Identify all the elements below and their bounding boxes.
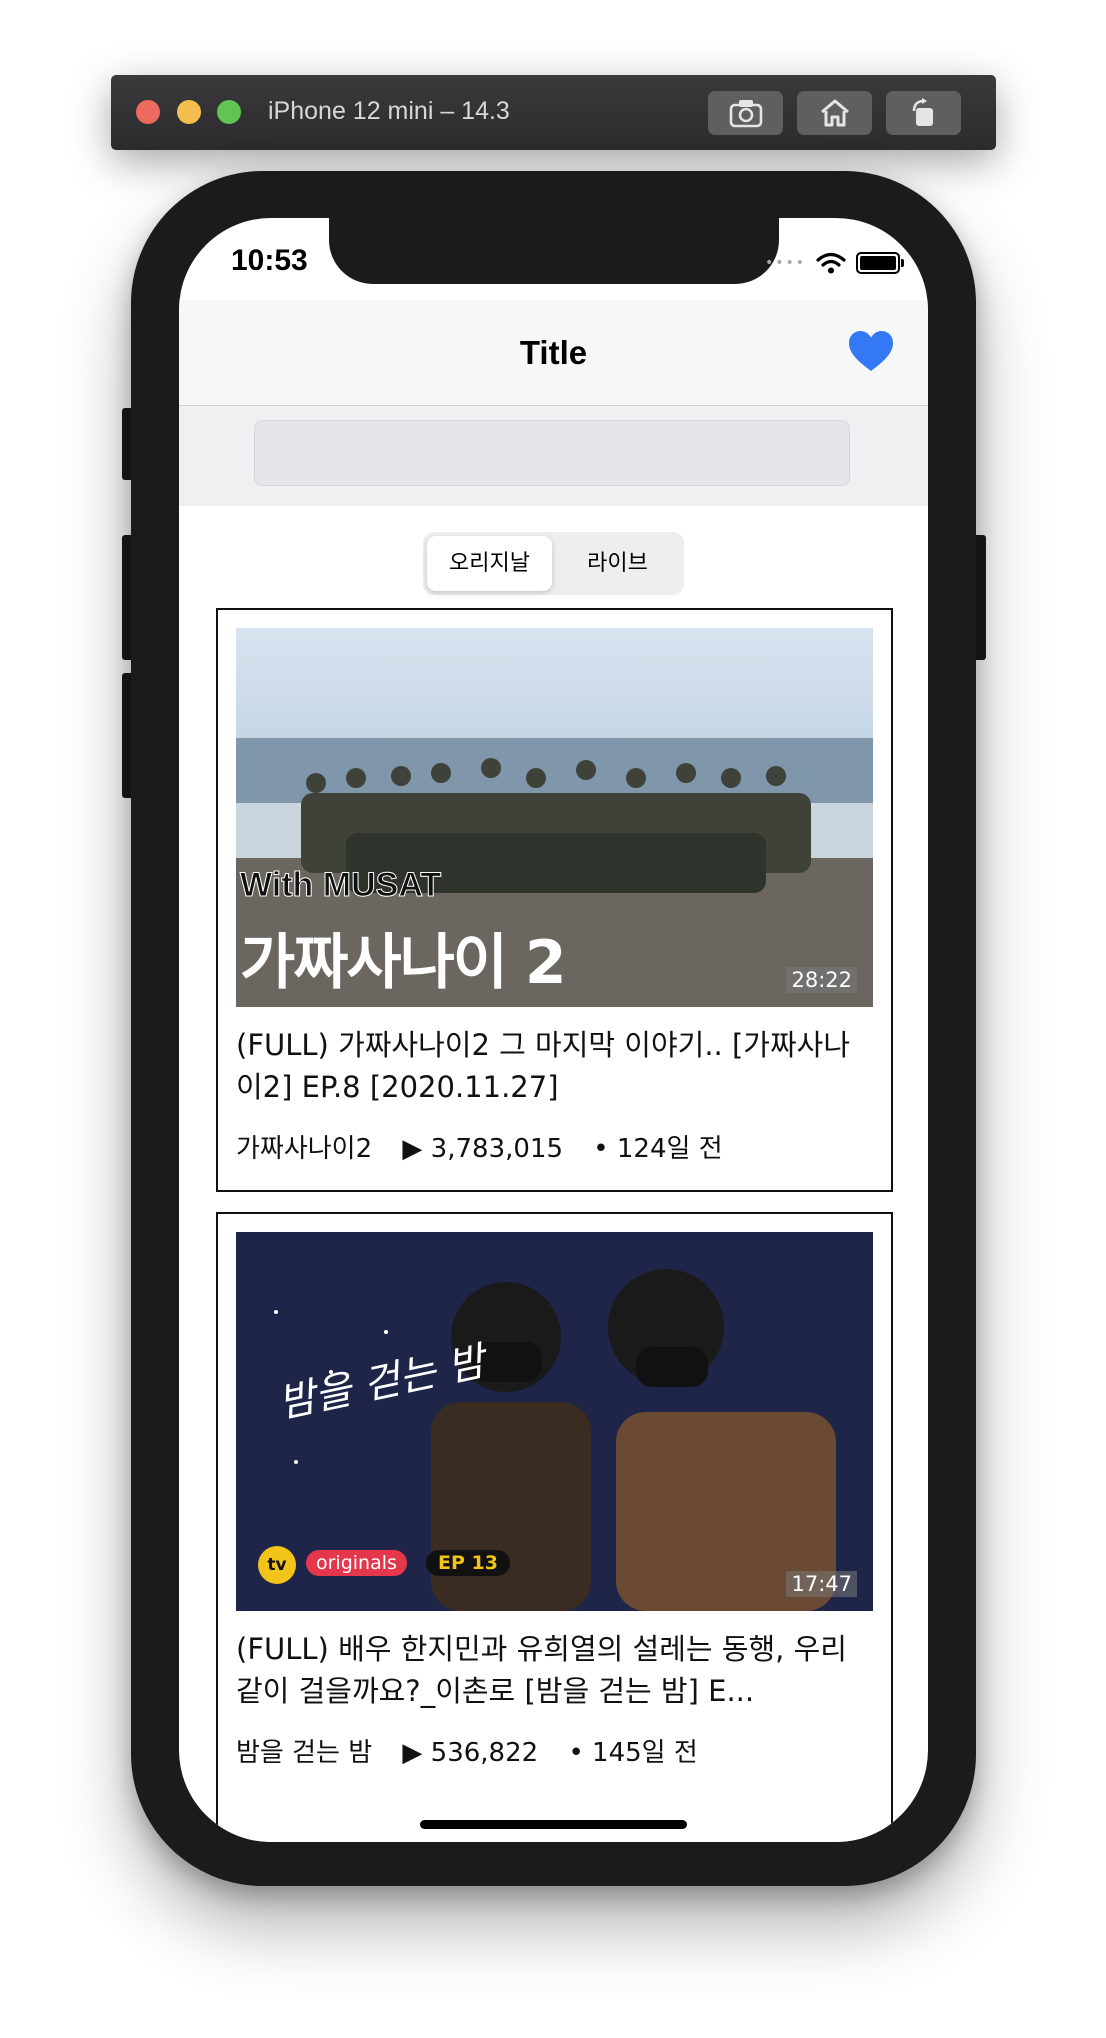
tv-badge: tv — [258, 1546, 296, 1584]
search-bar-container — [179, 406, 928, 506]
thumbnail-subtitle: With MUSAT — [239, 866, 442, 905]
close-window-button[interactable] — [136, 100, 160, 124]
video-duration: 28:22 — [786, 967, 857, 993]
channel-name: 밤을 걷는 밤 — [236, 1738, 373, 1768]
notch — [329, 218, 779, 284]
rotate-icon — [912, 98, 933, 126]
video-title: (FULL) 배우 한지민과 유희열의 설레는 동행, 우리 같이 걸을까요?_… — [236, 1632, 847, 1708]
upload-age: • 124일 전 — [593, 1134, 723, 1164]
view-count: ▶ 536,822 — [402, 1738, 539, 1768]
home-button[interactable] — [797, 91, 872, 135]
video-meta: 가짜사나이2 ▶ 3,783,015 • 124일 전 — [236, 1128, 745, 1165]
segment-original[interactable]: 오리지날 — [427, 536, 552, 591]
video-card[interactable]: 밤을 걷는 밤 tv originals EP 13 17:47 (FULL) … — [216, 1212, 893, 1842]
video-card[interactable]: With MUSAT 가짜사나이 2 28:22 (FULL) 가짜사나이2 그… — [216, 608, 893, 1192]
home-icon — [820, 99, 849, 127]
video-thumbnail[interactable]: 밤을 걷는 밤 tv originals EP 13 17:47 — [236, 1232, 873, 1611]
video-duration: 17:47 — [786, 1571, 857, 1597]
video-meta: 밤을 걷는 밤 ▶ 536,822 • 145일 전 — [236, 1732, 720, 1769]
screenshot-button[interactable] — [708, 91, 783, 135]
signal-icon: •••• — [764, 255, 806, 271]
search-input[interactable] — [254, 420, 850, 486]
navigation-bar: Title — [179, 300, 928, 406]
wifi-icon — [816, 252, 846, 274]
originals-badge: originals — [306, 1550, 407, 1576]
video-title: (FULL) 가짜사나이2 그 마지막 이야기.. [가짜사나이2] EP.8 … — [236, 1028, 851, 1104]
thumbnail-title: 가짜사나이 2 — [240, 928, 567, 998]
episode-badge: EP 13 — [426, 1550, 510, 1576]
heart-icon[interactable] — [848, 330, 894, 372]
view-count: ▶ 3,783,015 — [402, 1134, 564, 1164]
simulator-toolbar: iPhone 12 mini – 14.3 — [111, 75, 996, 150]
status-icons: •••• — [764, 252, 904, 274]
battery-icon — [856, 252, 904, 274]
minimize-window-button[interactable] — [177, 100, 201, 124]
rotate-button[interactable] — [886, 91, 961, 135]
screenshot-icon — [729, 100, 762, 128]
segment-live[interactable]: 라이브 — [555, 536, 680, 591]
simulator-title: iPhone 12 mini – 14.3 — [268, 97, 510, 125]
nav-title: Title — [519, 334, 588, 371]
zoom-window-button[interactable] — [217, 100, 241, 124]
segmented-control: 오리지날 라이브 — [423, 532, 684, 595]
video-thumbnail[interactable]: With MUSAT 가짜사나이 2 28:22 — [236, 628, 873, 1007]
home-indicator[interactable] — [420, 1820, 687, 1829]
status-time: 10:53 — [231, 244, 308, 277]
phone-screen: 10:53 •••• Title 오리지날 라이브 With MUSAT 가짜사… — [179, 218, 928, 1842]
channel-name: 가짜사나이2 — [236, 1134, 373, 1164]
upload-age: • 145일 전 — [568, 1738, 698, 1768]
